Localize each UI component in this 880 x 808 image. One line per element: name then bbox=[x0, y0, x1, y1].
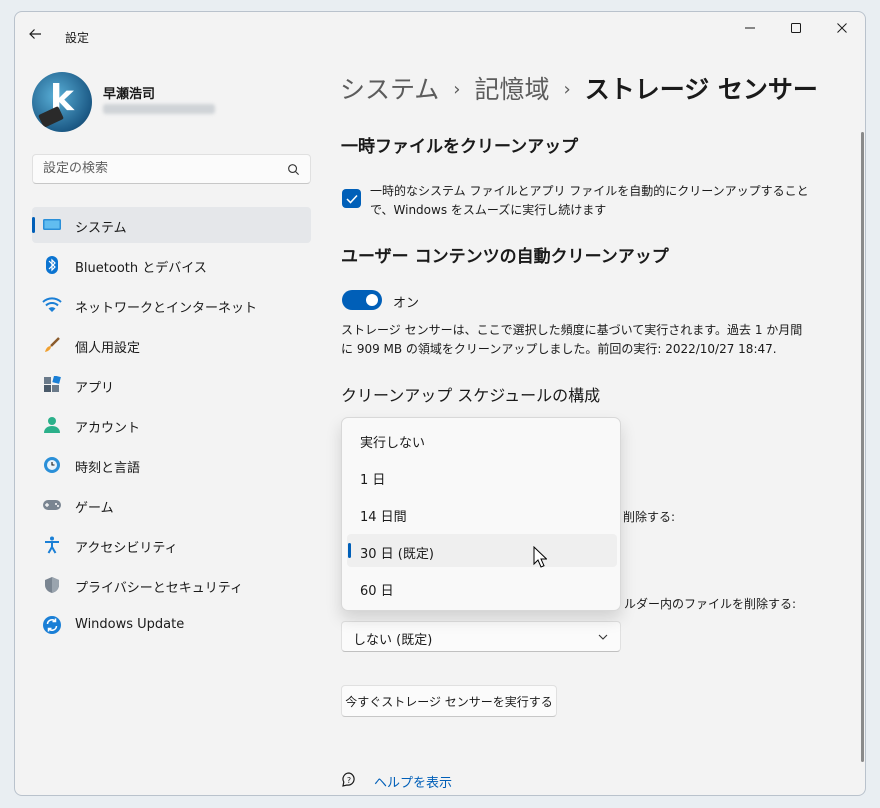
auto-cleanup-description: ストレージ センサーは、ここで選択した頻度に基づいて実行されます。過去 1 か月… bbox=[341, 323, 803, 356]
sidebar-item-label: Windows Update bbox=[75, 617, 185, 632]
sidebar-item-label: 時刻と言語 bbox=[75, 461, 141, 476]
breadcrumb-storage[interactable]: 記憶域 bbox=[474, 75, 549, 104]
sidebar-item-accounts[interactable]: アカウント bbox=[32, 407, 311, 443]
time-language-icon bbox=[42, 456, 62, 474]
help-link[interactable]: ヘルプを表示 bbox=[374, 772, 452, 791]
sidebar-item-label: アカウント bbox=[75, 421, 141, 436]
sidebar-nav: システム Bluetooth とデバイス ネットワークとインターネット 個人用設… bbox=[32, 207, 311, 647]
active-indicator bbox=[32, 217, 35, 233]
recycle-bin-label-partial: 削除する: bbox=[623, 510, 676, 524]
sidebar-item-label: システム bbox=[75, 221, 127, 236]
sidebar-item-apps[interactable]: アプリ bbox=[32, 367, 311, 403]
back-button[interactable] bbox=[27, 26, 51, 46]
option-label: 14 日間 bbox=[360, 510, 407, 525]
option-label: 実行しない bbox=[360, 436, 426, 451]
schedule-title: クリーンアップ スケジュールの構成 bbox=[341, 386, 601, 405]
page-title: ストレージ センサー bbox=[584, 75, 818, 104]
title-bar: 設定 bbox=[15, 12, 865, 60]
accessibility-icon bbox=[42, 536, 62, 554]
mouse-cursor-icon bbox=[533, 546, 547, 568]
gamepad-icon bbox=[42, 496, 62, 514]
wifi-icon bbox=[42, 296, 62, 314]
sidebar-item-time-language[interactable]: 時刻と言語 bbox=[32, 447, 311, 483]
sidebar-item-bluetooth[interactable]: Bluetooth とデバイス bbox=[32, 247, 311, 283]
minimize-button[interactable] bbox=[727, 12, 773, 44]
option-label: 1 日 bbox=[360, 473, 386, 488]
option-label: 30 日 (既定) bbox=[360, 547, 434, 562]
sidebar-item-personalization[interactable]: 個人用設定 bbox=[32, 327, 311, 363]
close-button[interactable] bbox=[819, 12, 865, 44]
sidebar-item-label: プライバシーとセキュリティ bbox=[75, 581, 243, 596]
search-icon[interactable] bbox=[287, 163, 300, 176]
select-value: しない (既定) bbox=[353, 633, 433, 648]
maximize-button[interactable] bbox=[773, 12, 819, 44]
app-title: 設定 bbox=[65, 31, 90, 45]
sidebar-item-label: アクセシビリティ bbox=[75, 541, 178, 556]
dropdown-option[interactable]: 60 日 bbox=[347, 571, 617, 604]
dropdown-option[interactable]: 14 日間 bbox=[347, 497, 617, 530]
minimize-icon bbox=[745, 27, 755, 29]
apps-icon bbox=[42, 376, 62, 394]
schedule-dropdown: 実行しない 1 日 14 日間 30 日 (既定) 60 日 bbox=[341, 417, 621, 611]
account-icon bbox=[42, 416, 62, 434]
sidebar-item-label: Bluetooth とデバイス bbox=[75, 261, 207, 276]
sidebar-item-label: ネットワークとインターネット bbox=[75, 301, 258, 316]
temp-cleanup-checkbox[interactable] bbox=[342, 189, 361, 208]
selected-indicator bbox=[348, 543, 351, 558]
maximize-icon bbox=[791, 23, 801, 33]
auto-cleanup-toggle[interactable] bbox=[342, 290, 382, 310]
sidebar-item-label: 個人用設定 bbox=[75, 341, 141, 356]
user-email-blurred bbox=[103, 104, 215, 114]
avatar[interactable]: k bbox=[32, 72, 92, 132]
sidebar-item-windows-update[interactable]: Windows Update bbox=[32, 607, 311, 643]
user-name: 早瀬浩司 bbox=[103, 87, 156, 102]
shield-icon bbox=[42, 576, 62, 594]
run-storage-sense-button[interactable]: 今すぐストレージ センサーを実行する bbox=[341, 685, 557, 717]
breadcrumb-separator: › bbox=[563, 79, 571, 100]
temp-cleanup-title: 一時ファイルをクリーンアップ bbox=[341, 137, 579, 157]
back-arrow-icon bbox=[29, 29, 41, 39]
sidebar-item-privacy[interactable]: プライバシーとセキュリティ bbox=[32, 567, 311, 603]
breadcrumb: システム › 記憶域 › ストレージ センサー bbox=[340, 70, 818, 106]
brush-icon bbox=[42, 336, 62, 354]
dropdown-option-selected[interactable]: 30 日 (既定) bbox=[347, 534, 617, 567]
sidebar-item-label: ゲーム bbox=[75, 501, 114, 516]
svg-text:?: ? bbox=[347, 776, 351, 785]
chevron-down-icon bbox=[598, 634, 608, 640]
search-input[interactable] bbox=[43, 161, 273, 176]
sidebar-item-label: アプリ bbox=[75, 381, 115, 396]
breadcrumb-system[interactable]: システム bbox=[340, 75, 439, 104]
checkmark-icon bbox=[345, 194, 358, 204]
temp-cleanup-label: 一時的なシステム ファイルとアプリ ファイルを自動的にクリーンアップすることで、… bbox=[370, 184, 809, 217]
sidebar-item-network[interactable]: ネットワークとインターネット bbox=[32, 287, 311, 323]
downloads-cleanup-select[interactable]: しない (既定) bbox=[341, 621, 621, 652]
close-icon bbox=[837, 23, 847, 33]
downloads-label-partial: ルダー内のファイルを削除する: bbox=[624, 597, 797, 611]
sidebar-item-gaming[interactable]: ゲーム bbox=[32, 487, 311, 523]
auto-cleanup-title: ユーザー コンテンツの自動クリーンアップ bbox=[341, 247, 669, 267]
sidebar-item-accessibility[interactable]: アクセシビリティ bbox=[32, 527, 311, 563]
bluetooth-icon bbox=[42, 256, 62, 274]
breadcrumb-separator: › bbox=[453, 79, 461, 100]
windows-update-icon bbox=[42, 616, 62, 634]
scrollbar[interactable] bbox=[861, 132, 864, 762]
system-icon bbox=[42, 216, 62, 234]
dropdown-option[interactable]: 1 日 bbox=[347, 460, 617, 493]
sidebar-item-system[interactable]: システム bbox=[32, 207, 311, 243]
help-icon: ? bbox=[342, 772, 355, 787]
toggle-state-label: オン bbox=[393, 296, 420, 311]
dropdown-option[interactable]: 実行しない bbox=[347, 423, 617, 456]
toggle-knob bbox=[366, 294, 378, 306]
option-label: 60 日 bbox=[360, 584, 394, 599]
settings-window: 設定 k 早瀬浩司 システム Blueto bbox=[14, 11, 866, 796]
search-box[interactable] bbox=[32, 154, 311, 184]
